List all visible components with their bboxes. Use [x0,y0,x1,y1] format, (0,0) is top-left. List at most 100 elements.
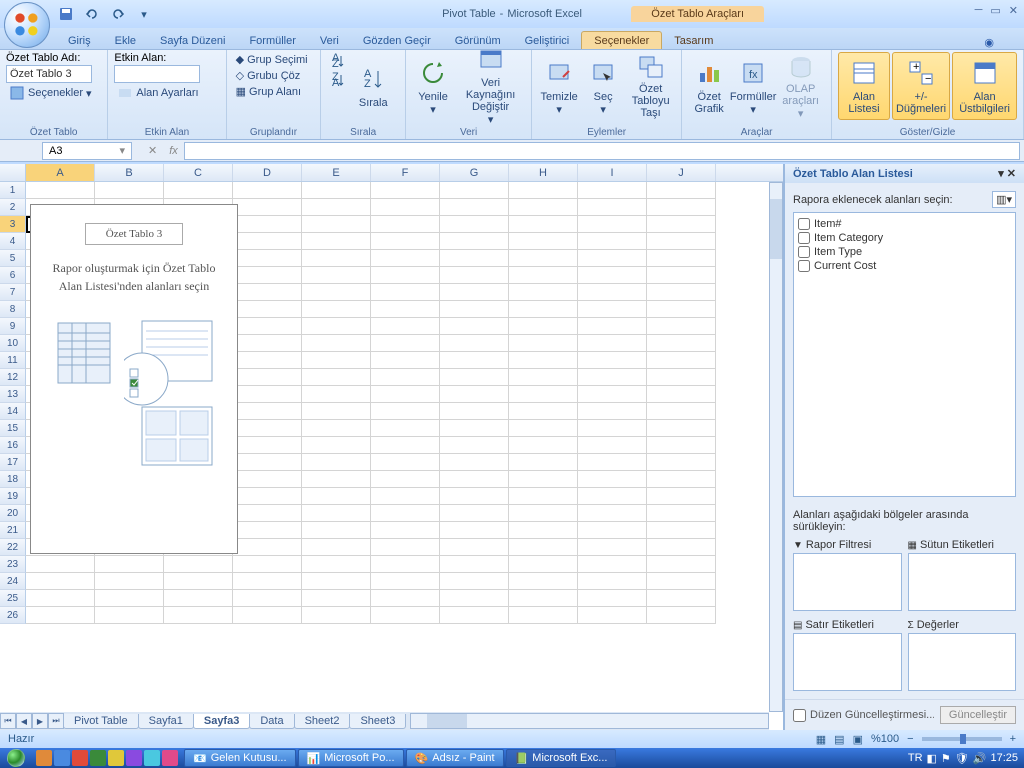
cell[interactable] [371,369,440,386]
view-break-icon[interactable]: ▣ [853,733,863,746]
cell[interactable] [440,556,509,573]
cell[interactable] [509,454,578,471]
cell[interactable] [440,318,509,335]
cell[interactable] [509,267,578,284]
cell[interactable] [578,471,647,488]
cell[interactable] [302,420,371,437]
col-header[interactable]: C [164,164,233,181]
cell[interactable] [95,573,164,590]
save-icon[interactable] [56,4,76,24]
cell[interactable] [371,352,440,369]
tab-formulas[interactable]: Formüller [237,32,307,49]
cell[interactable] [371,573,440,590]
undo-icon[interactable] [82,4,102,24]
field-item[interactable]: Item# [798,217,1011,231]
cell[interactable] [578,182,647,199]
cell[interactable] [509,284,578,301]
cell[interactable] [95,182,164,199]
sort-desc-button[interactable]: ZA [327,71,349,89]
lang-indicator[interactable]: TR [908,752,923,764]
cell[interactable] [647,369,716,386]
move-button[interactable]: Özet Tabloyu Taşı [626,52,675,120]
row-header[interactable]: 17 [0,454,26,471]
cell[interactable] [95,556,164,573]
cell[interactable] [509,199,578,216]
pm-buttons-button[interactable]: +−+/- Düğmeleri [892,52,950,120]
zoom-in-icon[interactable]: + [1010,733,1016,745]
row-header[interactable]: 2 [0,199,26,216]
cell[interactable] [371,233,440,250]
cell[interactable] [509,556,578,573]
row-header[interactable]: 7 [0,284,26,301]
cell[interactable] [509,607,578,624]
cell[interactable] [440,216,509,233]
cell[interactable] [302,352,371,369]
cell[interactable] [440,386,509,403]
row-header[interactable]: 10 [0,335,26,352]
defer-layout-checkbox[interactable]: Düzen Güncelleştirmesi... [793,709,934,722]
tab-review[interactable]: Gözden Geçir [351,32,443,49]
cell[interactable] [233,573,302,590]
cell[interactable] [647,539,716,556]
cell[interactable] [371,522,440,539]
row-header[interactable]: 9 [0,318,26,335]
cell[interactable] [578,505,647,522]
row-header[interactable]: 3 [0,216,26,233]
cell[interactable] [440,488,509,505]
cell[interactable] [233,216,302,233]
sort-button[interactable]: AZSırala [351,52,395,120]
ql-icon[interactable] [126,750,142,766]
sort-asc-button[interactable]: AZ [327,52,349,70]
area-columns[interactable] [908,553,1017,611]
cell[interactable] [233,233,302,250]
cell[interactable] [371,403,440,420]
cell[interactable] [509,233,578,250]
active-field-input[interactable] [114,65,200,83]
cell[interactable] [509,369,578,386]
update-button[interactable]: Güncelleştir [940,706,1016,724]
cell[interactable] [302,216,371,233]
cell[interactable] [509,318,578,335]
cell[interactable] [578,318,647,335]
cell[interactable] [302,488,371,505]
cell[interactable] [26,573,95,590]
cell[interactable] [302,607,371,624]
cell[interactable] [233,386,302,403]
cell[interactable] [233,420,302,437]
cell[interactable] [371,437,440,454]
cell[interactable] [578,420,647,437]
cell[interactable] [302,437,371,454]
cell[interactable] [509,420,578,437]
cell[interactable] [647,522,716,539]
field-item[interactable]: Item Type [798,245,1011,259]
tab-developer[interactable]: Geliştirici [513,32,582,49]
cell[interactable] [302,233,371,250]
zoom-out-icon[interactable]: − [907,733,913,745]
layout-button[interactable]: ▥▾ [992,191,1016,208]
cell[interactable] [509,471,578,488]
cell[interactable] [647,301,716,318]
field-list-button[interactable]: Alan Listesi [838,52,890,120]
cell[interactable] [647,233,716,250]
cell[interactable] [371,454,440,471]
row-header[interactable]: 25 [0,590,26,607]
tab-insert[interactable]: Ekle [103,32,148,49]
cell[interactable] [302,284,371,301]
row-header[interactable]: 13 [0,386,26,403]
cell[interactable] [371,182,440,199]
cell[interactable] [233,539,302,556]
cell[interactable] [647,488,716,505]
cell[interactable] [647,607,716,624]
change-source-button[interactable]: Veri Kaynağını Değiştir▾ [456,52,525,120]
cell[interactable] [371,386,440,403]
row-header[interactable]: 19 [0,488,26,505]
row-header[interactable]: 24 [0,573,26,590]
cell[interactable] [578,199,647,216]
cell[interactable] [578,284,647,301]
cell[interactable] [440,505,509,522]
formula-input[interactable] [184,142,1020,160]
field-list-dropdown-icon[interactable]: ▾ [998,168,1004,180]
row-header[interactable]: 8 [0,301,26,318]
cell[interactable] [371,488,440,505]
col-header[interactable]: G [440,164,509,181]
